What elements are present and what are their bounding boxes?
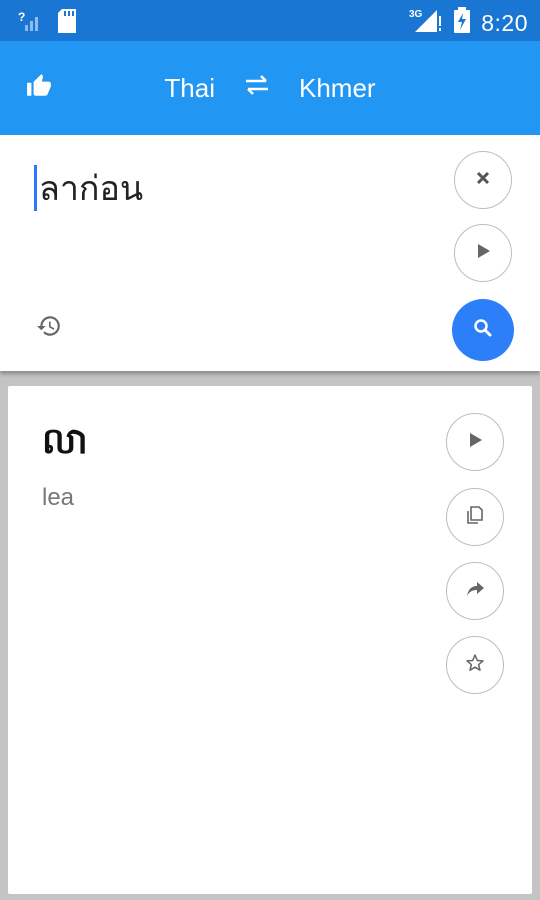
status-left-icons: ? <box>18 8 78 39</box>
history-button[interactable] <box>36 313 66 343</box>
copy-button[interactable] <box>446 488 504 546</box>
source-text-input[interactable]: ลาก่อน <box>34 165 143 211</box>
swap-languages-button[interactable] <box>243 73 271 104</box>
network-type-label: 3G <box>409 9 423 20</box>
play-translation-button[interactable] <box>446 413 504 471</box>
clear-button[interactable] <box>454 151 512 209</box>
no-signal-icon: ? <box>18 9 42 38</box>
search-icon <box>473 318 493 343</box>
input-panel: ลาก่อน <box>0 135 540 371</box>
status-time: 8:20 <box>481 9 528 36</box>
translate-search-button[interactable] <box>452 299 514 361</box>
battery-charging-icon <box>453 6 471 40</box>
mobile-signal-icon: 3G <box>409 6 443 40</box>
target-language-button[interactable]: Khmer <box>299 73 376 104</box>
copy-icon <box>465 505 485 530</box>
star-icon <box>465 653 485 678</box>
play-icon <box>475 243 491 264</box>
status-right-icons: 3G 8:20 <box>409 6 528 40</box>
swap-icon <box>243 73 271 104</box>
favorite-button[interactable] <box>446 636 504 694</box>
source-language-button[interactable]: Thai <box>164 73 215 104</box>
svg-text:?: ? <box>18 10 25 24</box>
translation-text: លា <box>42 421 88 462</box>
close-icon <box>475 170 491 191</box>
share-icon <box>465 580 485 603</box>
status-bar: ? 3G 8:20 <box>0 0 540 41</box>
transliteration-text: lea <box>42 484 75 511</box>
result-card: លា lea <box>8 386 532 894</box>
play-source-button[interactable] <box>454 224 512 282</box>
share-button[interactable] <box>446 562 504 620</box>
language-selector: Thai Khmer <box>0 41 540 135</box>
app-bar: Thai Khmer <box>0 41 540 135</box>
sd-card-icon <box>56 8 78 39</box>
history-icon <box>36 316 62 343</box>
play-icon <box>467 432 483 453</box>
